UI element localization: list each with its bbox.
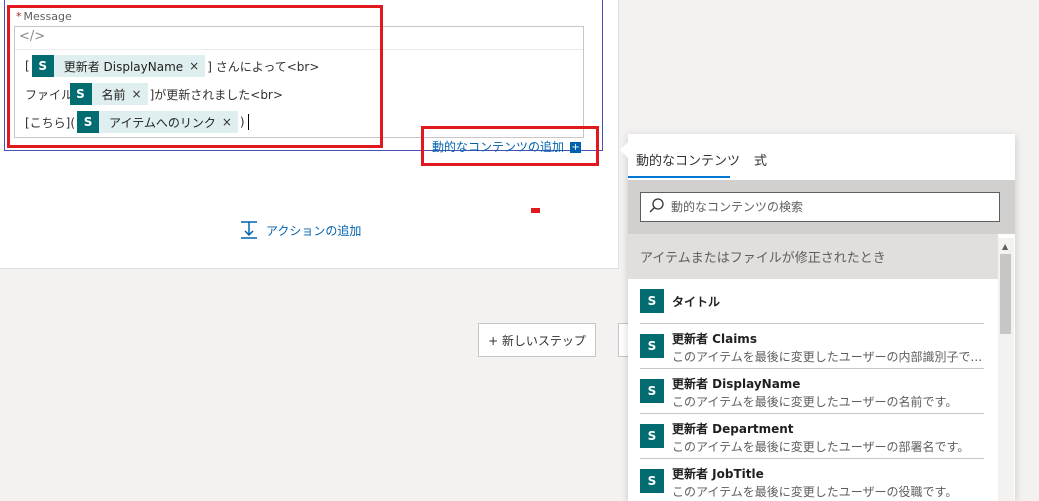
item-title: タイトル — [672, 295, 721, 309]
add-action-link[interactable]: アクションの追加 — [240, 220, 361, 240]
list-item[interactable]: S タイトル — [640, 279, 984, 324]
dynamic-content-list: S タイトル S 更新者 Claims このアイテムを最後に変更したユーザーの内… — [628, 279, 998, 501]
search-area — [628, 180, 1015, 234]
flow-designer-canvas: * Message </> [ S 更新者 DisplayName × ] さんに… — [0, 0, 1039, 501]
panel-pointer — [620, 142, 628, 158]
list-item[interactable]: S 更新者 JobTitle このアイテムを最後に変更したユーザーの役職です。 — [640, 459, 984, 501]
search-box[interactable] — [640, 192, 1000, 222]
item-title: 更新者 DisplayName — [672, 377, 801, 391]
add-action-label: アクションの追加 — [266, 223, 362, 238]
add-action-icon — [240, 220, 258, 240]
highlight-mark — [531, 208, 540, 213]
trigger-section-header[interactable]: アイテムまたはファイルが修正されたとき — [628, 234, 998, 279]
search-icon — [641, 192, 671, 222]
item-description: このアイテムを最後に変更したユーザーの役職です。 — [672, 485, 958, 499]
item-description: このアイテムを最後に変更したユーザーの内部識別子で... — [672, 350, 982, 364]
item-description: このアイテムを最後に変更したユーザーの名前です。 — [672, 395, 958, 409]
highlight-add-dynamic-box — [421, 126, 599, 166]
scrollbar[interactable]: ▲ — [998, 238, 1014, 501]
save-button-partial[interactable] — [618, 323, 628, 357]
list-item[interactable]: S 更新者 DisplayName このアイテムを最後に変更したユーザーの名前で… — [640, 369, 984, 414]
tab-dynamic-content[interactable]: 動的なコンテンツ — [636, 150, 740, 169]
highlight-message-box — [7, 5, 383, 148]
list-item[interactable]: S 更新者 Claims このアイテムを最後に変更したユーザーの内部識別子で..… — [640, 324, 984, 369]
new-step-button[interactable]: + 新しいステップ — [478, 323, 596, 357]
item-title: 更新者 Department — [672, 422, 794, 436]
item-description: このアイテムを最後に変更したユーザーの部署名です。 — [672, 440, 970, 454]
sharepoint-icon: S — [640, 469, 664, 493]
sharepoint-icon: S — [640, 379, 664, 403]
tab-expression[interactable]: 式 — [754, 150, 767, 169]
search-input[interactable] — [671, 200, 971, 214]
panel-tabs: 動的なコンテンツ 式 — [628, 134, 1015, 180]
item-title: 更新者 Claims — [672, 332, 757, 346]
item-title: 更新者 JobTitle — [672, 467, 764, 481]
scroll-up-icon[interactable]: ▲ — [1002, 242, 1008, 251]
dynamic-content-panel: 動的なコンテンツ 式 アイテムまたはファイルが修正されたとき S タイトル — [620, 134, 1015, 501]
sharepoint-icon: S — [640, 334, 664, 358]
sharepoint-icon: S — [640, 424, 664, 448]
sharepoint-icon: S — [640, 289, 664, 313]
list-item[interactable]: S 更新者 Department このアイテムを最後に変更したユーザーの部署名で… — [640, 414, 984, 459]
active-tab-indicator — [628, 176, 730, 178]
scrollbar-thumb[interactable] — [1000, 254, 1011, 334]
